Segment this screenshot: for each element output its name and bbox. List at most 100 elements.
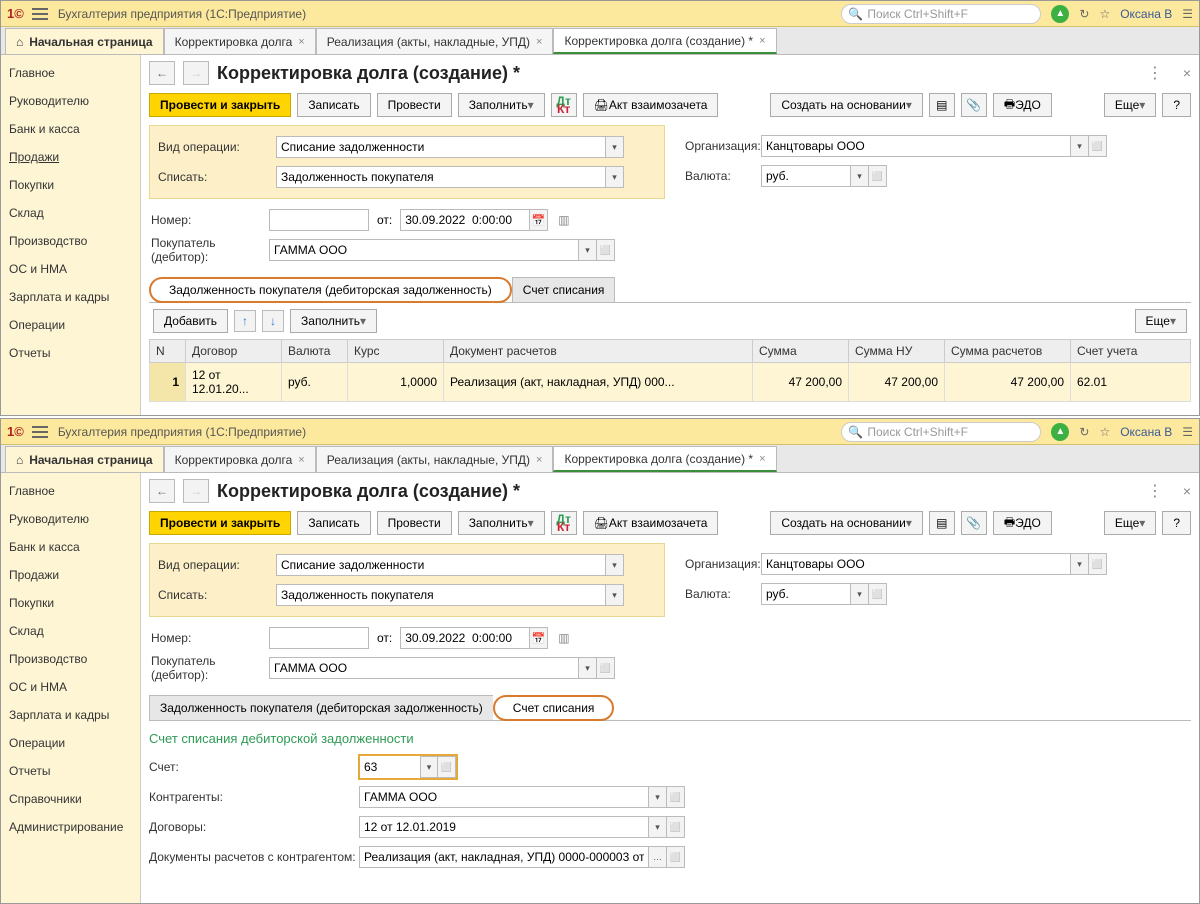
dropdown-icon[interactable]: ▾ (851, 165, 869, 187)
nav-pokupki[interactable]: Покупки (1, 171, 140, 199)
nav-admin[interactable]: Администрирование (1, 813, 140, 841)
ellipsis-icon[interactable]: … (649, 846, 667, 868)
kebab-icon[interactable]: ⋮ (1147, 63, 1163, 83)
more-button[interactable]: Еще (1104, 93, 1156, 117)
close-icon[interactable]: × (1183, 65, 1191, 81)
back-button[interactable]: ← (149, 61, 175, 85)
list-icon[interactable]: ▥ (558, 213, 569, 227)
tab-2[interactable]: Реализация (акты, накладные, УПД)× (316, 28, 554, 54)
menu-bars-icon[interactable]: ☰ (1182, 7, 1193, 21)
org-input[interactable] (761, 135, 1071, 157)
op-type-input[interactable] (276, 554, 606, 576)
dropdown-icon[interactable]: ▾ (1071, 553, 1089, 575)
dropdown-icon[interactable]: ▾ (1071, 135, 1089, 157)
post-and-close-button[interactable]: Провести и закрыть (149, 511, 291, 535)
writeoff-input[interactable] (276, 584, 606, 606)
calendar-icon[interactable]: 📅 (530, 209, 548, 231)
open-icon[interactable]: ⬜ (667, 786, 685, 808)
nav-sklad[interactable]: Склад (1, 199, 140, 227)
star-icon[interactable]: ☆ (1099, 425, 1110, 439)
history-icon[interactable]: ↻ (1079, 425, 1089, 439)
nav-glavnoe[interactable]: Главное (1, 59, 140, 87)
open-icon[interactable]: ⬜ (869, 165, 887, 187)
post-button[interactable]: Провести (377, 511, 452, 535)
nav-os[interactable]: ОС и НМА (1, 673, 140, 701)
nav-otchety[interactable]: Отчеты (1, 339, 140, 367)
dropdown-icon[interactable]: ▾ (606, 554, 624, 576)
writeoff-input[interactable] (276, 166, 606, 188)
help-button[interactable]: ? (1162, 93, 1191, 117)
attach-button[interactable]: 📎 (961, 93, 987, 117)
ctr-input[interactable] (359, 786, 649, 808)
up-arrow-icon[interactable]: ↑ (234, 310, 256, 332)
tab-2[interactable]: Реализация (акты, накладные, УПД)× (316, 446, 554, 472)
cur-input[interactable] (761, 165, 851, 187)
close-icon[interactable]: × (1183, 483, 1191, 499)
close-icon[interactable]: × (759, 453, 765, 465)
structure-button[interactable]: ▤ (929, 93, 955, 117)
post-button[interactable]: Провести (377, 93, 452, 117)
tab-home[interactable]: ⌂Начальная страница (5, 446, 164, 472)
subtab-debt[interactable]: Задолженность покупателя (дебиторская за… (159, 278, 502, 302)
notification-icon[interactable]: ▲ (1051, 5, 1069, 23)
attach-button[interactable]: 📎 (961, 511, 987, 535)
nav-operacii[interactable]: Операции (1, 311, 140, 339)
tab-1[interactable]: Корректировка долга× (164, 446, 316, 472)
nav-proizvodstvo[interactable]: Производство (1, 645, 140, 673)
edo-button[interactable]: 🖶 ЭДО (993, 93, 1052, 117)
subtab-debt[interactable]: Задолженность покупателя (дебиторская за… (149, 695, 493, 721)
create-based-on-button[interactable]: Создать на основании (770, 511, 923, 535)
structure-button[interactable]: ▤ (929, 511, 955, 535)
nav-otchety[interactable]: Отчеты (1, 757, 140, 785)
fill-button[interactable]: Заполнить (458, 511, 545, 535)
date-input[interactable] (400, 209, 530, 231)
org-input[interactable] (761, 553, 1071, 575)
fill2-button[interactable]: Заполнить (290, 309, 377, 333)
nav-rukovoditelyu[interactable]: Руководителю (1, 87, 140, 115)
hamburger-icon[interactable] (32, 426, 48, 438)
close-icon[interactable]: × (298, 36, 304, 48)
date-input[interactable] (400, 627, 530, 649)
op-type-input[interactable] (276, 136, 606, 158)
open-icon[interactable]: ⬜ (438, 756, 456, 778)
buyer-input[interactable] (269, 239, 579, 261)
write-button[interactable]: Записать (297, 93, 370, 117)
nav-rukovoditelyu[interactable]: Руководителю (1, 505, 140, 533)
open-icon[interactable]: ⬜ (667, 846, 685, 868)
open-icon[interactable]: ⬜ (667, 816, 685, 838)
open-icon[interactable]: ⬜ (1089, 553, 1107, 575)
search-input[interactable]: 🔍Поиск Ctrl+Shift+F (841, 4, 1041, 24)
dropdown-icon[interactable]: ▾ (851, 583, 869, 605)
nav-spravochniki[interactable]: Справочники (1, 785, 140, 813)
user-name[interactable]: Оксана В (1120, 7, 1172, 21)
open-icon[interactable]: ⬜ (597, 657, 615, 679)
add-button[interactable]: Добавить (153, 309, 228, 333)
nav-proizvodstvo[interactable]: Производство (1, 227, 140, 255)
nav-pokupki[interactable]: Покупки (1, 589, 140, 617)
dropdown-icon[interactable]: ▾ (579, 657, 597, 679)
dropdown-icon[interactable]: ▾ (649, 786, 667, 808)
act-button[interactable]: 🖨 Акт взаимозачета (583, 511, 719, 535)
number-input[interactable] (269, 627, 369, 649)
nav-operacii[interactable]: Операции (1, 729, 140, 757)
user-name[interactable]: Оксана В (1120, 425, 1172, 439)
act-button[interactable]: 🖨 Акт взаимозачета (583, 93, 719, 117)
close-icon[interactable]: × (536, 454, 542, 466)
dropdown-icon[interactable]: ▾ (420, 756, 438, 778)
edo-button[interactable]: 🖶 ЭДО (993, 511, 1052, 535)
cur-input[interactable] (761, 583, 851, 605)
nav-os[interactable]: ОС и НМА (1, 255, 140, 283)
subtab-account[interactable]: Счет списания (503, 696, 605, 720)
fill-button[interactable]: Заполнить (458, 93, 545, 117)
open-icon[interactable]: ⬜ (869, 583, 887, 605)
tab-home[interactable]: ⌂Начальная страница (5, 28, 164, 54)
doc-input[interactable] (359, 846, 649, 868)
tab-3[interactable]: Корректировка долга (создание) *× (553, 28, 776, 54)
write-button[interactable]: Записать (297, 511, 370, 535)
dtkt-button[interactable]: ДтКт (551, 93, 577, 117)
nav-zarplata[interactable]: Зарплата и кадры (1, 701, 140, 729)
acc-input[interactable] (360, 756, 420, 778)
nav-bank[interactable]: Банк и касса (1, 115, 140, 143)
more2-button[interactable]: Еще (1135, 309, 1187, 333)
calendar-icon[interactable]: 📅 (530, 627, 548, 649)
